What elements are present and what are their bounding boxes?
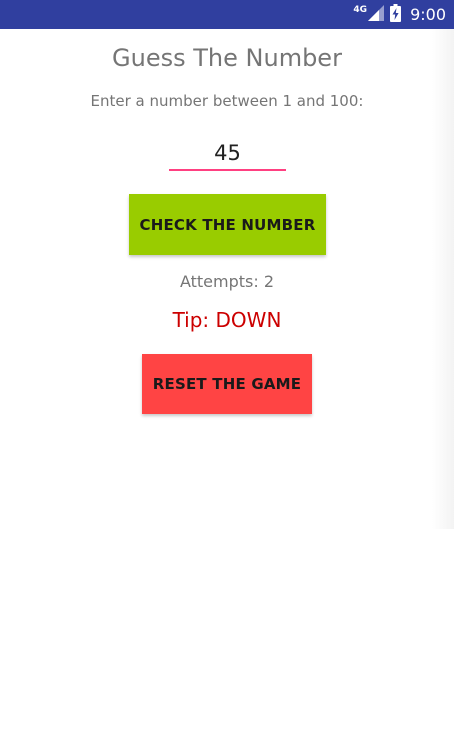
status-time: 9:00 [410, 5, 446, 24]
check-number-button[interactable]: CHECK THE NUMBER [129, 194, 326, 255]
status-icons: 4G 9:00 [353, 0, 446, 29]
status-bar: 4G 9:00 [0, 0, 454, 29]
instruction-label: Enter a number between 1 and 100: [90, 92, 364, 110]
reset-game-button[interactable]: RESET THE GAME [142, 354, 312, 414]
tip-label: Tip: DOWN [172, 308, 282, 332]
page-title: Guess The Number [112, 44, 342, 72]
battery-charging-icon [390, 3, 402, 26]
network-type-label: 4G [353, 4, 368, 15]
attempts-counter: Attempts: 2 [179, 272, 275, 291]
main-content: Guess The Number Enter a number between … [0, 29, 454, 748]
signal-icon [368, 4, 385, 25]
number-input[interactable] [169, 137, 286, 171]
